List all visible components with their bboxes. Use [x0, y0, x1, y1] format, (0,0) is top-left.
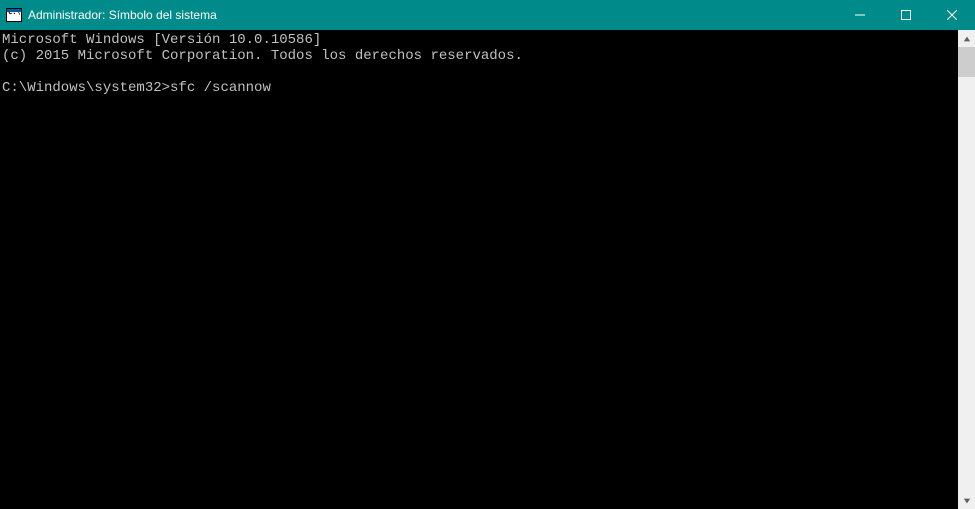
terminal-command: sfc /scannow [170, 80, 271, 96]
terminal-output[interactable]: Microsoft Windows [Versión 10.0.10586] (… [0, 30, 958, 509]
maximize-button[interactable] [883, 0, 929, 30]
terminal-line: (c) 2015 Microsoft Corporation. Todos lo… [2, 48, 523, 64]
scroll-track[interactable] [958, 47, 975, 492]
window-controls [837, 0, 975, 30]
content-area: Microsoft Windows [Versión 10.0.10586] (… [0, 30, 975, 509]
terminal-line: Microsoft Windows [Versión 10.0.10586] [2, 32, 321, 48]
minimize-button[interactable] [837, 0, 883, 30]
window-titlebar: Administrador: Símbolo del sistema [0, 0, 975, 30]
vertical-scrollbar[interactable] [958, 30, 975, 509]
window-title: Administrador: Símbolo del sistema [28, 8, 837, 22]
terminal-prompt: C:\Windows\system32> [2, 80, 170, 96]
close-button[interactable] [929, 0, 975, 30]
scroll-up-button[interactable] [958, 30, 975, 47]
scroll-down-button[interactable] [958, 492, 975, 509]
cmd-icon [6, 8, 22, 22]
scroll-thumb[interactable] [958, 47, 975, 77]
